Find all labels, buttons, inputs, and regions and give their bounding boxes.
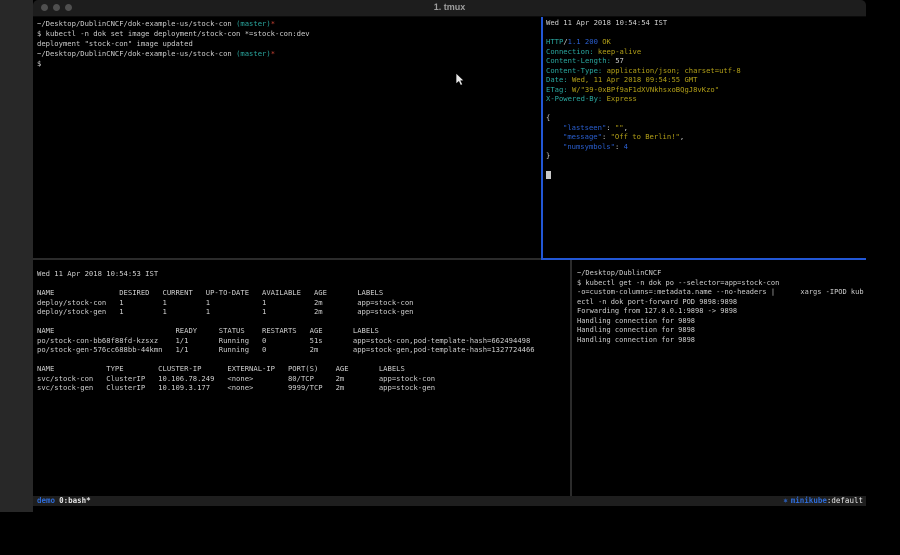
deployments-table-row: deploy/stock-gen 1 1 1 1 2m app=stock-ge… [37, 307, 574, 317]
command-line: -o=custom-columns=:metadata.name --no-he… [577, 288, 866, 298]
json-row: "lastseen": "", [546, 123, 866, 133]
tmux-session: ~/Desktop/DublinCNCF/dok-example-us/stoc… [33, 17, 866, 496]
http-header-line: ETag:W/"39-0xBPf9aF1dXVNkhsxoBQgJ8vKzo" [546, 85, 866, 95]
http-header-line: X-Powered-By:Express [546, 94, 866, 104]
http-header-line: Date:Wed, 11 Apr 2018 09:54:55 GMT [546, 75, 866, 85]
json-close-brace: } [546, 151, 866, 161]
json-row: "message": "Off to Berlin!", [546, 132, 866, 142]
git-dirty-flag: * [271, 49, 275, 58]
http-header-line: Content-Type:application/json; charset=u… [546, 66, 866, 76]
git-branch: (master) [236, 19, 271, 28]
tmux-status-bar: demo 0:bash* ⎈minikube:default [33, 496, 866, 506]
git-branch: (master) [236, 49, 271, 58]
terminal-window: 1. tmux ~/Desktop/DublinCNCF/dok-example… [33, 0, 866, 510]
pane-divider-vertical-bottom[interactable] [570, 260, 572, 496]
window-tab-bash[interactable]: 0:bash* [59, 496, 91, 505]
git-dirty-flag: * [271, 19, 275, 28]
command-line: $ kubectl -n dok set image deployment/st… [37, 29, 545, 39]
json-open-brace: { [546, 113, 866, 123]
http-header-line: Connection:keep-alive [546, 47, 866, 57]
pane-top-right[interactable]: Wed 11 Apr 2018 10:54:54 IST HTTP/1.1200… [543, 17, 866, 259]
http-header-line: Content-Length:57 [546, 56, 866, 66]
pane-top-left[interactable]: ~/Desktop/DublinCNCF/dok-example-us/stoc… [33, 17, 545, 260]
prompt-line: ~/Desktop/DublinCNCF [577, 269, 866, 279]
session-name: demo [37, 496, 55, 505]
deployments-table-header: NAME DESIRED CURRENT UP-TO-DATE AVAILABL… [37, 288, 574, 298]
pane-bottom-right[interactable]: ~/Desktop/DublinCNCF $ kubectl get -n do… [574, 260, 866, 505]
services-table-header: NAME TYPE CLUSTER-IP EXTERNAL-IP PORT(S)… [37, 364, 574, 374]
prompt-line: ~/Desktop/DublinCNCF/dok-example-us/stoc… [37, 49, 545, 59]
output-line: Handling connection for 9898 [577, 326, 866, 336]
window-title: 1. tmux [33, 2, 866, 12]
command-line: $ kubectl get -n dok po --selector=app=s… [577, 279, 866, 289]
command-line: ectl -n dok port-forward POD 9898:9898 [577, 298, 866, 308]
desktop-gutter [0, 0, 33, 512]
deployments-table-row: deploy/stock-con 1 1 1 1 2m app=stock-co… [37, 298, 574, 308]
prompt-char: $ [37, 59, 545, 69]
pods-table-header: NAME READY STATUS RESTARTS AGE LABELS [37, 326, 574, 336]
output-line: deployment "stock-con" image updated [37, 39, 545, 49]
services-table-row: svc/stock-con ClusterIP 10.106.78.249 <n… [37, 374, 574, 384]
pods-table-row: po/stock-gen-576cc688bb-44kmn 1/1 Runnin… [37, 345, 574, 355]
pane-bottom-left[interactable]: Wed 11 Apr 2018 10:54:53 IST NAME DESIRE… [33, 260, 574, 505]
kube-context: minikube [791, 496, 827, 505]
timestamp-line: Wed 11 Apr 2018 10:54:53 IST [37, 269, 574, 279]
prompt-line: ~/Desktop/DublinCNCF/dok-example-us/stoc… [37, 19, 545, 29]
kube-namespace: :default [827, 496, 863, 505]
output-line: Handling connection for 9898 [577, 336, 866, 346]
kubernetes-helm-icon: ⎈ [783, 496, 788, 505]
mouse-pointer-icon [456, 73, 465, 86]
cursor-line [546, 170, 866, 180]
output-line: Forwarding from 127.0.0.1:9898 -> 9898 [577, 307, 866, 317]
desktop: 1. tmux ~/Desktop/DublinCNCF/dok-example… [0, 0, 900, 555]
pods-table-row: po/stock-con-bb68f88fd-kzsxz 1/1 Running… [37, 336, 574, 346]
window-titlebar[interactable]: 1. tmux [33, 0, 866, 17]
timestamp-line: Wed 11 Apr 2018 10:54:54 IST [546, 18, 866, 28]
output-line: Handling connection for 9898 [577, 317, 866, 327]
terminal-cursor [546, 171, 551, 179]
json-row: "numsymbols": 4 [546, 142, 866, 152]
http-status-line: HTTP/1.1200OK [546, 37, 866, 47]
services-table-row: svc/stock-gen ClusterIP 10.109.3.177 <no… [37, 383, 574, 393]
